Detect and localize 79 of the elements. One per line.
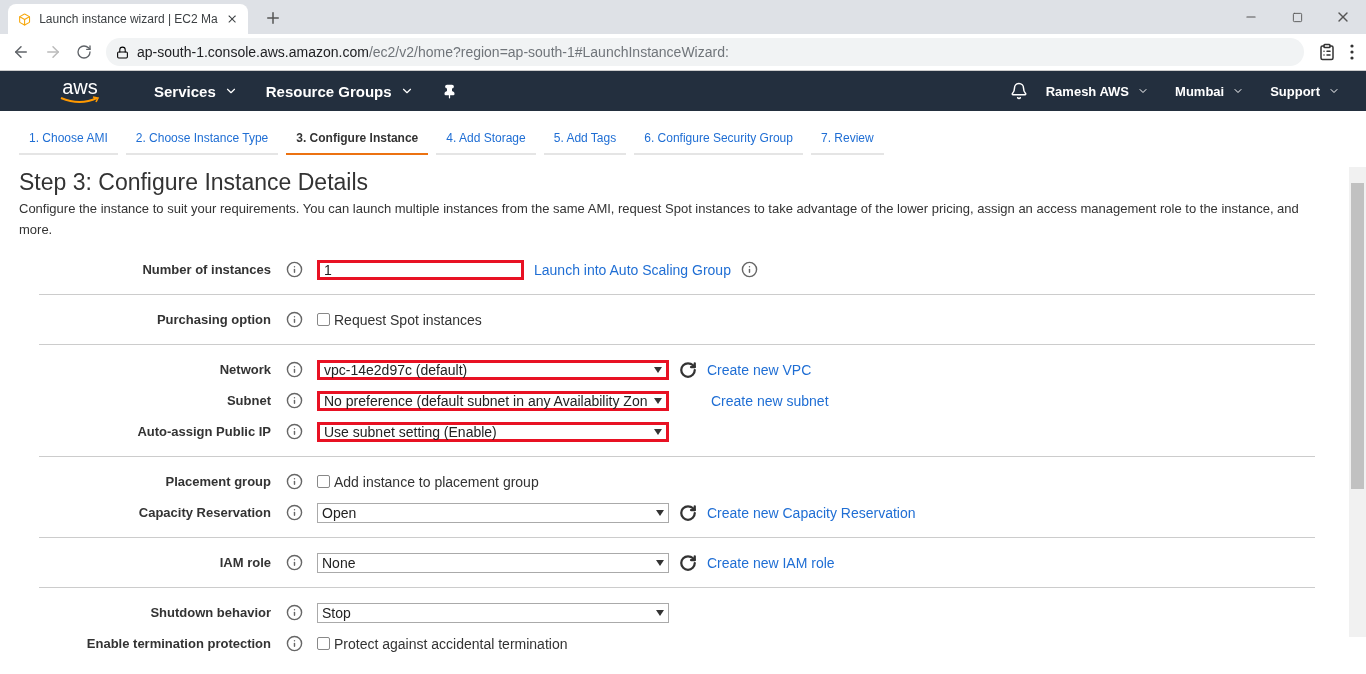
lock-icon <box>116 45 129 59</box>
caret-icon <box>656 609 664 616</box>
nav-menu[interactable]: Ramesh AWS <box>1045 83 1150 99</box>
wizard-step-tab[interactable]: 3. Configure Instance <box>286 123 429 155</box>
select-dropdown[interactable]: No preference (default subnet in any Availability Zon <box>317 390 669 411</box>
new-tab-icon[interactable] <box>264 9 282 27</box>
select-dropdown[interactable]: vpc-14e2d97c (default) <box>317 359 669 380</box>
input-field[interactable]: 1 <box>317 259 524 280</box>
caret-icon <box>654 366 662 373</box>
info-icon[interactable] <box>285 604 303 621</box>
url-path: /ec2/v2/home?region=ap-south-1#LaunchInstanceWizard: <box>368 44 729 60</box>
info-icon[interactable] <box>285 311 303 328</box>
scrollbar[interactable] <box>1349 167 1366 637</box>
field-label: Purchasing option <box>155 312 271 327</box>
link[interactable]: Create new IAM role <box>707 554 835 571</box>
field-label: Shutdown behavior <box>149 605 271 620</box>
address-bar[interactable]: ap-south-1.console.aws.amazon.com/ec2/v2/home?region=ap-south-1#LaunchInstanceWizard: <box>106 38 1304 66</box>
select-dropdown[interactable]: Stop <box>317 602 669 623</box>
caret-icon <box>654 397 662 404</box>
refresh-icon[interactable] <box>679 360 697 379</box>
checkbox[interactable]: Add instance to placement group <box>317 473 539 490</box>
page-description: Configure the instance to suit your requirements. You can launch multiple instances from the same AMI, request Spot instances to take advantage of the lower pricing, assign an access management role to the instance, and more. <box>19 200 1300 239</box>
browser-tab[interactable]: Launch instance wizard | EC2 Ma <box>8 4 248 34</box>
link[interactable]: Launch into Auto Scaling Group <box>534 261 731 278</box>
reload-button[interactable] <box>76 44 92 60</box>
page-title: Step 3: Configure Instance Details <box>19 169 370 196</box>
field-label: Enable termination protection <box>85 636 271 651</box>
wizard-step-tab[interactable]: 5. Add Tags <box>543 123 627 155</box>
field-label: Capacity Reservation <box>137 505 271 520</box>
info-icon[interactable] <box>285 361 303 378</box>
info-icon[interactable] <box>285 423 303 440</box>
wizard-step-tab[interactable]: 4. Add Storage <box>436 123 536 155</box>
checkbox-box[interactable] <box>317 475 330 488</box>
url-host: ap-south-1.console.aws.amazon.com <box>137 44 369 60</box>
nav-menu[interactable]: Services <box>154 82 238 100</box>
aws-logo[interactable]: aws <box>60 78 100 104</box>
checkbox-box[interactable] <box>317 313 330 326</box>
caret-icon <box>656 509 664 516</box>
bell-icon[interactable] <box>1009 82 1028 100</box>
checkbox[interactable]: Request Spot instances <box>317 311 482 328</box>
clipboard-icon[interactable] <box>1318 43 1336 61</box>
caret-icon <box>656 559 664 566</box>
link[interactable]: Create new subnet <box>711 392 829 409</box>
select-dropdown[interactable]: Open <box>317 502 669 523</box>
wizard-step-tab[interactable]: 2. Choose Instance Type <box>125 123 279 155</box>
field-label: IAM role <box>218 555 271 570</box>
info-icon[interactable] <box>285 554 303 571</box>
wizard-step-tab[interactable]: 7. Review <box>810 123 884 155</box>
info-icon[interactable] <box>285 473 303 490</box>
info-icon[interactable] <box>740 261 758 278</box>
link[interactable]: Create new VPC <box>707 361 812 378</box>
checkbox[interactable]: Protect against accidental termination <box>317 635 568 652</box>
info-icon[interactable] <box>285 635 303 652</box>
info-icon[interactable] <box>285 392 303 409</box>
cube-icon <box>18 11 32 27</box>
field-label: Placement group <box>164 474 271 489</box>
field-label: Auto-assign Public IP <box>136 424 271 439</box>
select-dropdown[interactable]: Use subnet setting (Enable) <box>317 421 669 442</box>
info-icon[interactable] <box>285 261 303 278</box>
wizard-step-tab[interactable]: 6. Configure Security Group <box>634 123 803 155</box>
checkbox-box[interactable] <box>317 637 330 650</box>
field-label: Number of instances <box>141 262 271 277</box>
scrollbar-thumb[interactable] <box>1351 183 1364 489</box>
select-dropdown[interactable]: None <box>317 552 669 573</box>
refresh-icon[interactable] <box>679 553 697 572</box>
back-button[interactable] <box>12 43 30 61</box>
refresh-icon[interactable] <box>679 503 697 522</box>
field-label: Network <box>218 362 271 377</box>
nav-menu[interactable]: Support <box>1270 83 1340 99</box>
nav-menu[interactable]: Resource Groups <box>265 82 414 100</box>
info-icon[interactable] <box>285 504 303 521</box>
link[interactable]: Create new Capacity Reservation <box>707 504 916 521</box>
restore-icon[interactable] <box>1291 11 1303 23</box>
pin-icon[interactable] <box>441 83 457 99</box>
wizard-step-tab[interactable]: 1. Choose AMI <box>19 123 118 155</box>
caret-icon <box>654 428 662 435</box>
nav-menu[interactable]: Mumbai <box>1175 83 1245 99</box>
field-label: Subnet <box>225 393 271 408</box>
menu-icon[interactable] <box>1350 44 1354 60</box>
